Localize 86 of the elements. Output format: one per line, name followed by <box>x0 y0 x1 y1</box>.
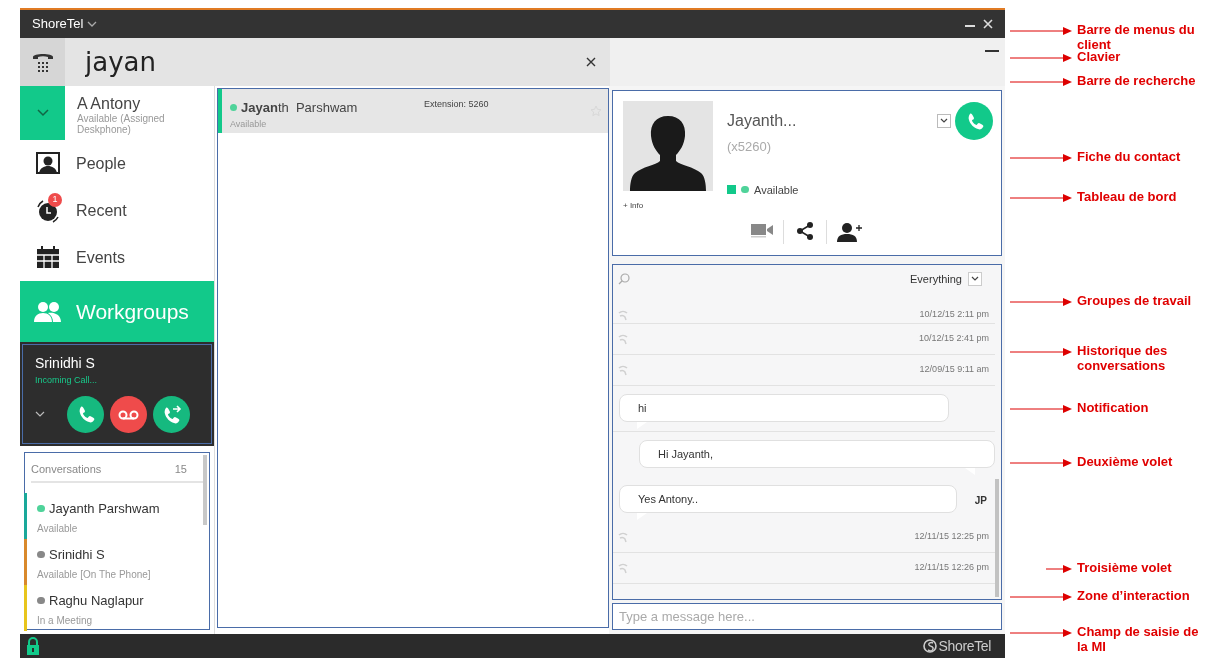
add-person-icon[interactable] <box>837 222 863 242</box>
avatar-icon <box>623 101 713 191</box>
share-icon[interactable] <box>796 222 814 240</box>
leader-line <box>1010 298 1072 306</box>
timestamp: 10/12/15 2:11 pm <box>919 307 989 321</box>
timestamp: 10/12/15 2:41 pm <box>918 332 989 346</box>
contact-status: Available <box>230 117 268 131</box>
caller-name: Srinidhi S <box>35 355 96 371</box>
section-title: Conversations <box>31 462 102 477</box>
dropdown-button[interactable] <box>937 114 951 128</box>
leader-line <box>1010 629 1072 637</box>
callout-label: Tableau de bord <box>1077 189 1178 204</box>
info-link[interactable]: + Info <box>623 200 644 212</box>
extension-label: Extension: 5260 <box>424 98 489 111</box>
leader-line <box>1046 565 1072 573</box>
leader-line <box>1010 154 1072 162</box>
close-icon[interactable] <box>983 19 993 29</box>
leader-line <box>1010 459 1072 467</box>
transfer-call-button[interactable] <box>153 395 190 433</box>
callout-label: Troisième volet <box>1077 560 1173 575</box>
voicemail-button[interactable] <box>110 395 147 433</box>
status-square-icon <box>727 185 736 195</box>
leader-line <box>1010 78 1072 86</box>
logo-icon <box>922 639 937 653</box>
minimize-icon[interactable] <box>985 50 999 54</box>
video-call-icon[interactable] <box>751 222 773 238</box>
lock-icon[interactable] <box>26 637 40 655</box>
callout-label: Notification <box>1077 400 1150 415</box>
conversation-item[interactable]: Raghu Naglapur In a Meeting <box>25 584 209 631</box>
app-name: ShoreTel <box>32 15 84 34</box>
leader-line <box>1010 54 1072 62</box>
leader-line <box>1010 348 1072 356</box>
clock-icon <box>36 198 60 223</box>
contact-name: Jayanth... <box>727 111 798 131</box>
call-status: Incoming Call... <box>35 374 99 387</box>
user-name: A Antony <box>77 95 142 113</box>
notification-badge: 1 <box>48 192 62 207</box>
message-text: hi <box>638 400 647 416</box>
callout-label: Champ de saisie de la MI <box>1077 624 1200 654</box>
logo-text: ShoreTel <box>938 636 991 656</box>
contact-name: Jayanth Parshwam <box>49 499 160 518</box>
message-text: Hi Jayanth, <box>658 446 714 462</box>
contact-status: Available <box>37 522 79 536</box>
message-input[interactable]: Type a message here... <box>612 603 1002 630</box>
chevron-down-icon[interactable] <box>87 20 98 28</box>
callout-label: Barre de menus du client <box>1077 22 1196 52</box>
timestamp: 12/11/15 12:25 pm <box>914 530 989 544</box>
callout-label: Barre de recherche <box>1077 73 1197 88</box>
timestamp: 12/11/15 12:26 pm <box>914 561 989 575</box>
callout-label: Clavier <box>1077 49 1122 64</box>
leader-line <box>1010 27 1072 35</box>
search-result[interactable]: Jayanth Parshwam Available Extension: 5260 <box>218 89 608 133</box>
timestamp: 12/09/15 9:11 am <box>919 363 989 377</box>
search-field[interactable]: jayan <box>65 38 610 86</box>
callout-label: Zone d’interaction <box>1077 588 1191 603</box>
callout-label: Fiche du contact <box>1077 149 1182 164</box>
scrollbar[interactable] <box>995 479 999 597</box>
leader-line <box>1010 593 1072 601</box>
callout-label: Deuxième volet <box>1077 454 1174 469</box>
chevron-down-icon <box>971 276 979 282</box>
conversation-item[interactable]: Srinidhi S Available [On The Phone] <box>25 538 209 585</box>
contact-name: Jayanth Parshwam <box>241 99 358 117</box>
chevron-down-icon <box>36 109 49 117</box>
leader-line <box>1010 405 1072 413</box>
sender-initials: JP <box>974 494 987 508</box>
contact-extension: (x5260) <box>727 138 773 156</box>
conversation-count: 15 <box>174 462 187 477</box>
chevron-down-icon <box>940 118 948 124</box>
contact-status: In a Meeting <box>37 614 94 628</box>
clear-icon[interactable] <box>586 57 596 67</box>
contact-name: Srinidhi S <box>49 545 105 564</box>
contact-card-icon <box>36 151 60 176</box>
conversation-item[interactable]: Jayanth Parshwam Available <box>25 492 209 539</box>
contact-status: Available <box>754 182 799 198</box>
leader-line <box>1010 194 1072 202</box>
chevron-down-icon[interactable] <box>35 410 45 418</box>
user-status: Available (Assigned Deskphone) <box>77 113 166 135</box>
callout-label: Historique des conversations <box>1077 343 1169 373</box>
contact-status: Available [On The Phone] <box>37 568 151 582</box>
contact-name: Raghu Naglapur <box>49 591 144 610</box>
message-text: Yes Antony.. <box>638 491 698 507</box>
calendar-icon <box>36 245 60 270</box>
answer-call-button[interactable] <box>67 395 104 433</box>
scrollbar[interactable] <box>203 455 207 525</box>
callout-label: Groupes de travail <box>1077 293 1193 308</box>
filter-dropdown[interactable]: Everything <box>910 270 982 288</box>
